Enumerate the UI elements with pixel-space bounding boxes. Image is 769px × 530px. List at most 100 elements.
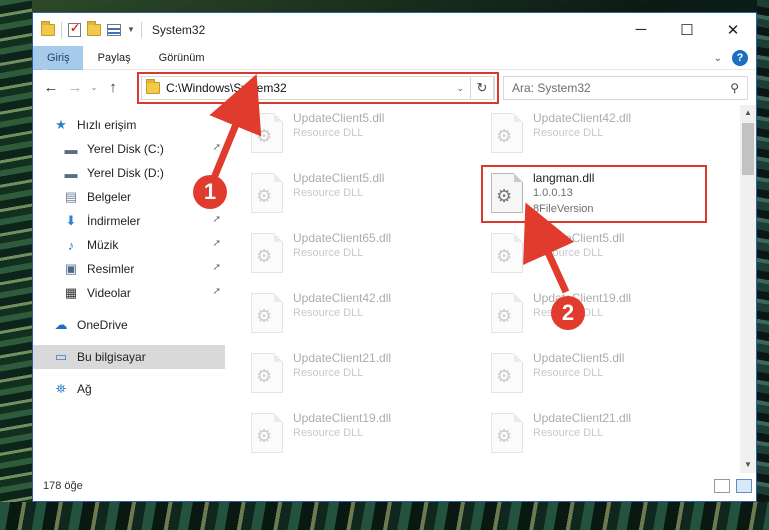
file-name: UpdateClient21.dll	[533, 411, 632, 425]
file-name: UpdateClient5.dll	[293, 171, 385, 185]
file-item[interactable]: UpdateClient21.dll Resource DLL	[245, 347, 465, 403]
expand-ribbon-icon[interactable]: ⌄	[714, 53, 722, 64]
file-item[interactable]: UpdateClient5.dll Resource DLL	[485, 347, 705, 403]
forward-button[interactable]: →	[63, 79, 87, 96]
sidebar-item-hızlı-erişim[interactable]: ★ Hızlı erişim	[33, 113, 225, 137]
file-name: UpdateClient5.dll	[533, 351, 625, 365]
dll-file-icon	[491, 413, 523, 453]
customize-toolbar-dropdown[interactable]: ▼	[127, 25, 135, 34]
file-name: UpdateClient21.dll	[293, 351, 392, 365]
file-item[interactable]: UpdateClient19.dllResource DLL	[485, 287, 705, 343]
file-description: Resource DLL	[533, 367, 604, 379]
file-description: Resource DLL	[533, 247, 604, 259]
file-description: Resource DLL	[293, 367, 364, 379]
dll-file-icon	[491, 113, 523, 153]
file-name: UpdateClient19.dll	[293, 411, 392, 425]
pin-icon[interactable]: ➚	[213, 238, 221, 249]
sidebar-item-müzik[interactable]: ♪ Müzik ➚	[33, 233, 225, 257]
sidebar-item-ağ[interactable]: ⛯ Ağ	[33, 377, 225, 401]
properties-check-icon[interactable]	[68, 21, 81, 37]
step-marker-1: 1	[193, 175, 227, 209]
sidebar-item-videolar[interactable]: ▦ Videolar ➚	[33, 281, 225, 305]
sidebar-item-icon: ▣	[64, 261, 78, 276]
help-icon[interactable]: ?	[732, 50, 748, 66]
navigation-bar: ← → ⌄ ↑ C:\Windows\System32 ⌄ ↻ Ara: Sys…	[33, 70, 756, 104]
file-item[interactable]: UpdateClient5.dll Resource DLL	[245, 167, 465, 223]
file-item[interactable]: UpdateClient5.dll Resource DLL	[485, 227, 705, 283]
file-item[interactable]: UpdateClient42.dll Resource DLL	[485, 107, 705, 163]
search-input[interactable]: Ara: System32 ⚲	[503, 76, 748, 100]
tab-share[interactable]: Paylaş	[84, 46, 145, 69]
content-area: ★ Hızlı erişim ▬ Yerel Disk (C:) ➚ ▬ Yerel Dis…	[33, 105, 756, 473]
recent-locations-dropdown[interactable]: ⌄	[87, 83, 101, 92]
file-list: UpdateClient5.dll Resource DLL UpdateClien…	[245, 105, 745, 473]
file-description: Resource DLL	[533, 127, 604, 139]
sidebar-item-label: İndirmeler	[87, 214, 141, 228]
tiles-view-icon[interactable]	[736, 479, 752, 493]
dll-file-icon	[491, 353, 523, 393]
sidebar-item-icon: ▬	[64, 141, 78, 157]
file-name: UpdateClient42.dll	[533, 111, 632, 125]
pin-icon[interactable]: ➚	[213, 142, 221, 153]
file-item[interactable]: UpdateClient65.dll Resource DLL	[245, 227, 465, 283]
file-description: Resource DLL	[293, 187, 364, 199]
file-description: Resource DLL	[293, 427, 364, 439]
search-placeholder: Ara: System32	[512, 81, 591, 95]
new-folder-icon[interactable]	[87, 20, 101, 36]
file-highlight-box	[481, 165, 707, 223]
sidebar-item-yerel-disk-c-[interactable]: ▬ Yerel Disk (C:) ➚	[33, 137, 225, 161]
file-item[interactable]: UpdateClient21.dll Resource DLL	[485, 407, 705, 463]
minimize-button[interactable]: ─	[618, 13, 664, 46]
file-explorer-window: ▼ System32 ─ ☐ ✕ Dosya Giriş Paylaş Görü…	[32, 12, 757, 502]
ribbon-tabs: Dosya Giriş Paylaş Görünüm ⌄ ?	[33, 46, 756, 102]
status-bar: 178 öğe	[33, 471, 756, 501]
quick-access-toolbar: ▼	[33, 20, 142, 38]
sidebar-item-label: Hızlı erişim	[77, 118, 137, 132]
window-title: System32	[151, 22, 206, 37]
file-item[interactable]: UpdateClient19.dll Resource DLL	[245, 407, 465, 463]
view-switcher	[714, 479, 752, 493]
sidebar-item-label: Ağ	[77, 382, 92, 396]
file-name: UpdateClient5.dll	[533, 231, 625, 245]
sidebar-item-bu-bilgisayar[interactable]: ▭ Bu bilgisayar	[33, 345, 225, 369]
close-button[interactable]: ✕	[710, 13, 756, 46]
file-item[interactable]: UpdateClient42.dll Resource DLL	[245, 287, 465, 343]
pin-icon[interactable]: ➚	[213, 286, 221, 297]
maximize-button[interactable]: ☐	[664, 13, 710, 46]
sidebar-item-icon: ⬇	[65, 213, 77, 228]
sidebar-item-icon: ▤	[64, 189, 78, 204]
scroll-up-arrow[interactable]: ▲	[740, 105, 756, 121]
sidebar-item-label: OneDrive	[77, 318, 128, 332]
toolbar-separator	[140, 21, 142, 38]
sidebar-item-icon: ♪	[67, 237, 75, 253]
file-name: UpdateClient65.dll	[293, 231, 392, 245]
pin-icon[interactable]: ➚	[213, 214, 221, 225]
back-button[interactable]: ←	[39, 79, 63, 96]
vertical-scrollbar[interactable]: ▲ ▼	[740, 105, 756, 473]
sidebar-item-icon: ▭	[54, 349, 68, 364]
scrollbar-thumb[interactable]	[742, 123, 754, 175]
dll-file-icon	[251, 413, 283, 453]
up-button[interactable]: ↑	[101, 79, 125, 96]
file-item[interactable]: UpdateClient5.dll Resource DLL	[245, 107, 465, 163]
file-name: UpdateClient5.dll	[293, 111, 385, 125]
sidebar-item-icon: ⛯	[55, 381, 67, 396]
sidebar-item-label: Yerel Disk (C:)	[87, 142, 164, 156]
sidebar-item-i-ndirmeler[interactable]: ⬇ İndirmeler ➚	[33, 209, 225, 233]
search-icon[interactable]: ⚲	[730, 81, 739, 95]
pin-icon[interactable]: ➚	[213, 262, 221, 273]
file-name: UpdateClient42.dll	[293, 291, 392, 305]
tab-view[interactable]: Görünüm	[145, 46, 219, 69]
desktop-background-right	[757, 0, 769, 530]
sidebar-item-resimler[interactable]: ▣ Resimler ➚	[33, 257, 225, 281]
dll-file-icon	[251, 113, 283, 153]
sidebar-item-label: Müzik	[87, 238, 119, 252]
sidebar-item-onedrive[interactable]: ☁ OneDrive	[33, 313, 225, 337]
properties-icon[interactable]	[107, 23, 121, 36]
dll-file-icon	[251, 233, 283, 273]
details-view-icon[interactable]	[714, 479, 730, 493]
sidebar-item-label: Belgeler	[87, 190, 132, 204]
step-marker-2: 2	[551, 296, 585, 330]
dll-file-icon	[491, 233, 523, 273]
folder-icon	[41, 20, 55, 36]
